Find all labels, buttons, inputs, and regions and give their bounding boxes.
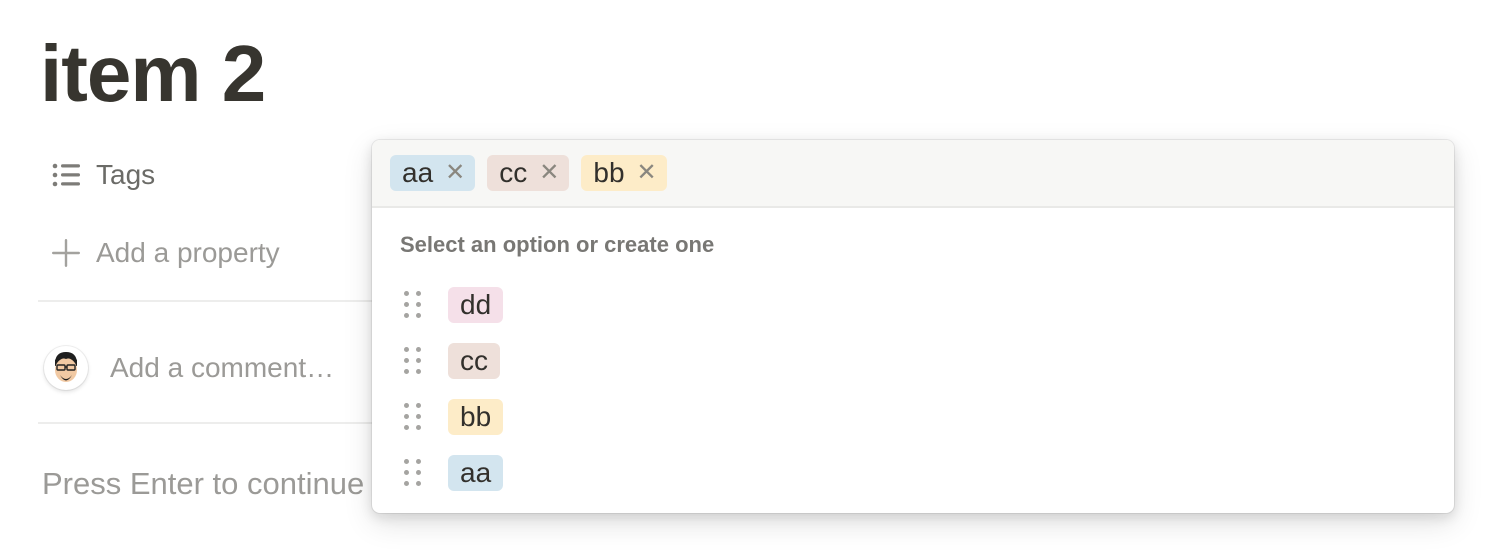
select-option-hint: Select an option or create one bbox=[400, 232, 715, 257]
drag-handle-icon[interactable] bbox=[404, 347, 424, 375]
selected-tag-label: cc bbox=[499, 157, 528, 188]
option-bb[interactable]: bb bbox=[400, 392, 1430, 442]
remove-tag-icon[interactable]: ✕ bbox=[637, 161, 657, 185]
drag-handle-icon[interactable] bbox=[404, 403, 424, 431]
drag-handle-icon[interactable] bbox=[404, 459, 424, 487]
property-label-tags: Tags bbox=[96, 159, 156, 190]
divider bbox=[38, 300, 378, 302]
option-tag-label: aa bbox=[448, 455, 504, 491]
selected-tag-bb[interactable]: bb ✕ bbox=[581, 155, 667, 191]
drag-handle-icon[interactable] bbox=[404, 291, 424, 319]
press-enter-hint[interactable]: Press Enter to continue bbox=[42, 466, 364, 502]
comment-row[interactable]: Add a comment… bbox=[44, 338, 334, 398]
option-aa[interactable]: aa bbox=[400, 448, 1430, 498]
avatar-icon bbox=[44, 346, 88, 390]
option-dd[interactable]: dd bbox=[400, 280, 1430, 330]
selected-tag-label: aa bbox=[402, 157, 434, 188]
property-row-tags[interactable]: Tags bbox=[38, 150, 155, 200]
selected-tag-aa[interactable]: aa ✕ bbox=[390, 155, 476, 191]
selected-tag-label: bb bbox=[593, 157, 625, 188]
selected-tag-cc[interactable]: cc ✕ bbox=[487, 155, 570, 191]
page: item 2 Tags Add a property Add a comment… bbox=[0, 0, 1490, 552]
list-icon bbox=[48, 157, 84, 193]
divider bbox=[38, 422, 378, 424]
option-tag-label: bb bbox=[448, 399, 504, 435]
option-cc[interactable]: cc bbox=[400, 336, 1430, 386]
add-property-label: Add a property bbox=[96, 237, 280, 268]
option-tag-label: dd bbox=[448, 287, 504, 323]
remove-tag-icon[interactable]: ✕ bbox=[539, 161, 559, 185]
remove-tag-icon[interactable]: ✕ bbox=[445, 161, 465, 185]
page-title[interactable]: item 2 bbox=[40, 26, 266, 122]
comment-input[interactable]: Add a comment… bbox=[110, 352, 334, 384]
selected-tags-input[interactable]: aa ✕ cc ✕ bb ✕ bbox=[372, 140, 1454, 208]
tags-select-popup: aa ✕ cc ✕ bb ✕ Select an option or creat… bbox=[372, 140, 1454, 513]
add-property-button[interactable]: Add a property bbox=[38, 228, 280, 278]
option-tag-label: cc bbox=[448, 343, 500, 379]
plus-icon bbox=[48, 235, 84, 271]
